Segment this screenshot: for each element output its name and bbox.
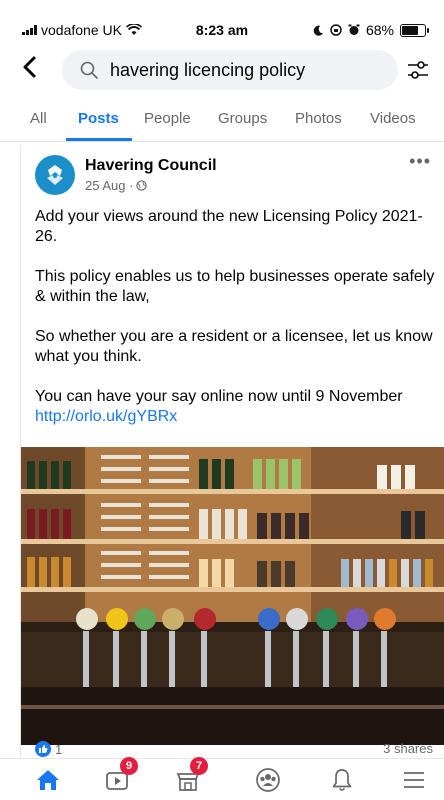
back-button[interactable] xyxy=(22,56,36,82)
reactions[interactable]: 1 xyxy=(35,741,62,757)
nav-watch[interactable]: 9 xyxy=(98,757,138,797)
battery-icon xyxy=(400,23,429,37)
filter-icon[interactable] xyxy=(404,58,432,82)
post-paragraph-3: So whether you are a resident or a licen… xyxy=(35,328,433,365)
post-meta: 25 Aug · xyxy=(85,178,148,193)
video-badge: 9 xyxy=(120,757,138,775)
back-arrow-icon xyxy=(23,56,36,78)
nav-home[interactable] xyxy=(28,763,68,797)
shares-count[interactable]: 3 shares xyxy=(383,741,433,756)
battery-percent: 68% xyxy=(365,22,394,38)
search-bar[interactable] xyxy=(62,50,398,90)
council-logo-icon xyxy=(43,163,67,187)
post-paragraph-4: You can have your say online now until 9… xyxy=(35,388,403,405)
tab-videos[interactable]: Videos xyxy=(370,110,416,127)
search-input[interactable] xyxy=(108,58,372,82)
post-date: 25 Aug · xyxy=(85,178,134,193)
battery-fill xyxy=(402,25,419,35)
tab-photos[interactable]: Photos xyxy=(295,110,342,127)
nav-notifications[interactable] xyxy=(322,763,362,797)
home-icon xyxy=(37,770,59,790)
bottom-nav: 9 7 xyxy=(0,757,444,800)
rotation-lock-icon xyxy=(330,24,342,36)
post-author[interactable]: Havering Council xyxy=(85,157,217,175)
alarm-icon xyxy=(348,24,360,35)
globe-icon xyxy=(136,180,148,191)
post-paragraph-2: This policy enables us to help businesse… xyxy=(35,268,435,305)
nav-groups[interactable] xyxy=(248,763,288,797)
like-icon xyxy=(35,741,51,757)
post-photo[interactable] xyxy=(21,447,444,745)
post-link[interactable]: http://orlo.uk/gYBRx xyxy=(35,408,177,425)
post-text: Add your views around the new Licensing … xyxy=(35,207,435,427)
tab-all[interactable]: All xyxy=(30,110,47,127)
nav-marketplace[interactable]: 7 xyxy=(168,757,208,797)
menu-icon xyxy=(404,772,424,788)
reaction-count: 1 xyxy=(55,741,63,757)
bell-icon xyxy=(332,769,352,791)
tab-groups[interactable]: Groups xyxy=(218,110,267,127)
tab-posts[interactable]: Posts xyxy=(78,110,119,127)
post-paragraph-1: Add your views around the new Licensing … xyxy=(35,208,423,245)
marketplace-badge: 7 xyxy=(190,757,208,775)
avatar[interactable] xyxy=(35,155,75,195)
search-icon xyxy=(80,61,98,79)
status-right: 68% xyxy=(313,22,429,38)
search-tabs: All Posts People Groups Photos Videos xyxy=(0,104,444,140)
nav-menu[interactable] xyxy=(394,763,434,797)
status-bar: vodafone UK 8:23 am 68% xyxy=(0,0,444,40)
moon-icon xyxy=(313,25,324,36)
post-card: Havering Council 25 Aug · ••• Add your v… xyxy=(20,145,444,760)
more-options-button[interactable]: ••• xyxy=(409,151,431,172)
tab-people[interactable]: People xyxy=(144,110,191,127)
tabs-divider xyxy=(0,141,444,142)
search-header xyxy=(0,48,444,92)
groups-icon xyxy=(256,768,280,792)
